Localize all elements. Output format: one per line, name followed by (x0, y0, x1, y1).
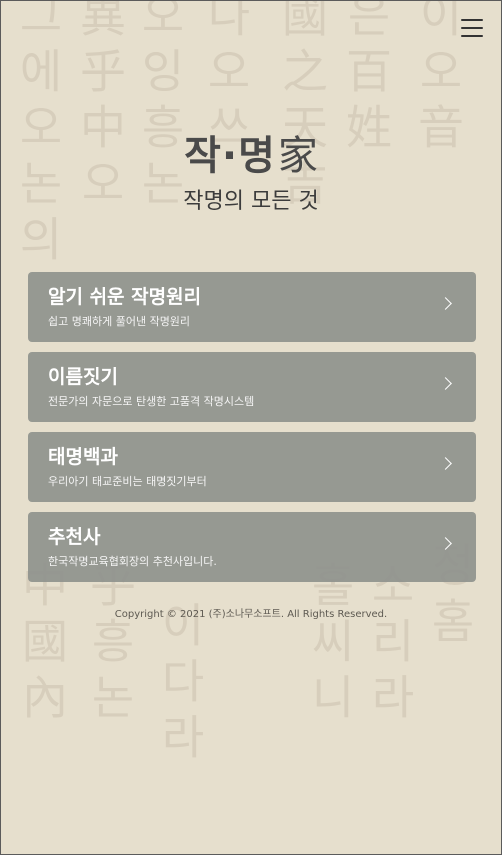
menu-card-title: 태명백과 (48, 446, 118, 468)
logo-hangul: 작·명 (184, 133, 276, 179)
hamburger-icon-line (461, 35, 483, 37)
hamburger-icon-line (461, 19, 483, 21)
chevron-right-icon (439, 457, 452, 470)
logo[interactable]: 작·명家 (1, 123, 501, 181)
menu-card-title: 알기 쉬운 작명원리 (48, 286, 202, 308)
chevron-right-icon (439, 537, 452, 550)
logo-hanja: 家 (277, 133, 318, 179)
menu-list: 알기 쉬운 작명원리 쉽고 명쾌하게 풀어낸 작명원리 이름짓기 전문가의 자문… (28, 272, 476, 592)
menu-card-subtitle: 쉽고 명쾌하게 풀어낸 작명원리 (48, 315, 191, 328)
chevron-right-icon (439, 297, 452, 310)
menu-card-recommendation[interactable]: 추천사 한국작명교육협회장의 추천사입니다. (28, 512, 476, 582)
menu-card-naming-principles[interactable]: 알기 쉬운 작명원리 쉽고 명쾌하게 풀어낸 작명원리 (28, 272, 476, 342)
menu-card-prenatal-names[interactable]: 태명백과 우리아기 태교준비는 태명짓기부터 (28, 432, 476, 502)
tagline: 작명의 모든 것 (183, 189, 319, 214)
menu-button[interactable] (461, 19, 483, 37)
menu-card-subtitle: 전문가의 자문으로 탄생한 고품격 작명시스템 (48, 395, 255, 408)
menu-card-make-name[interactable]: 이름짓기 전문가의 자문으로 탄생한 고품격 작명시스템 (28, 352, 476, 422)
menu-card-title: 추천사 (48, 526, 101, 548)
copyright-text: Copyright © 2021 (주)소나무소프트. All Rights R… (114, 609, 388, 620)
menu-card-subtitle: 우리아기 태교준비는 태명짓기부터 (48, 475, 207, 488)
menu-card-title: 이름짓기 (48, 366, 118, 388)
menu-card-subtitle: 한국작명교육협회장의 추천사입니다. (48, 555, 217, 568)
chevron-right-icon (439, 377, 452, 390)
hamburger-icon-line (461, 27, 483, 29)
